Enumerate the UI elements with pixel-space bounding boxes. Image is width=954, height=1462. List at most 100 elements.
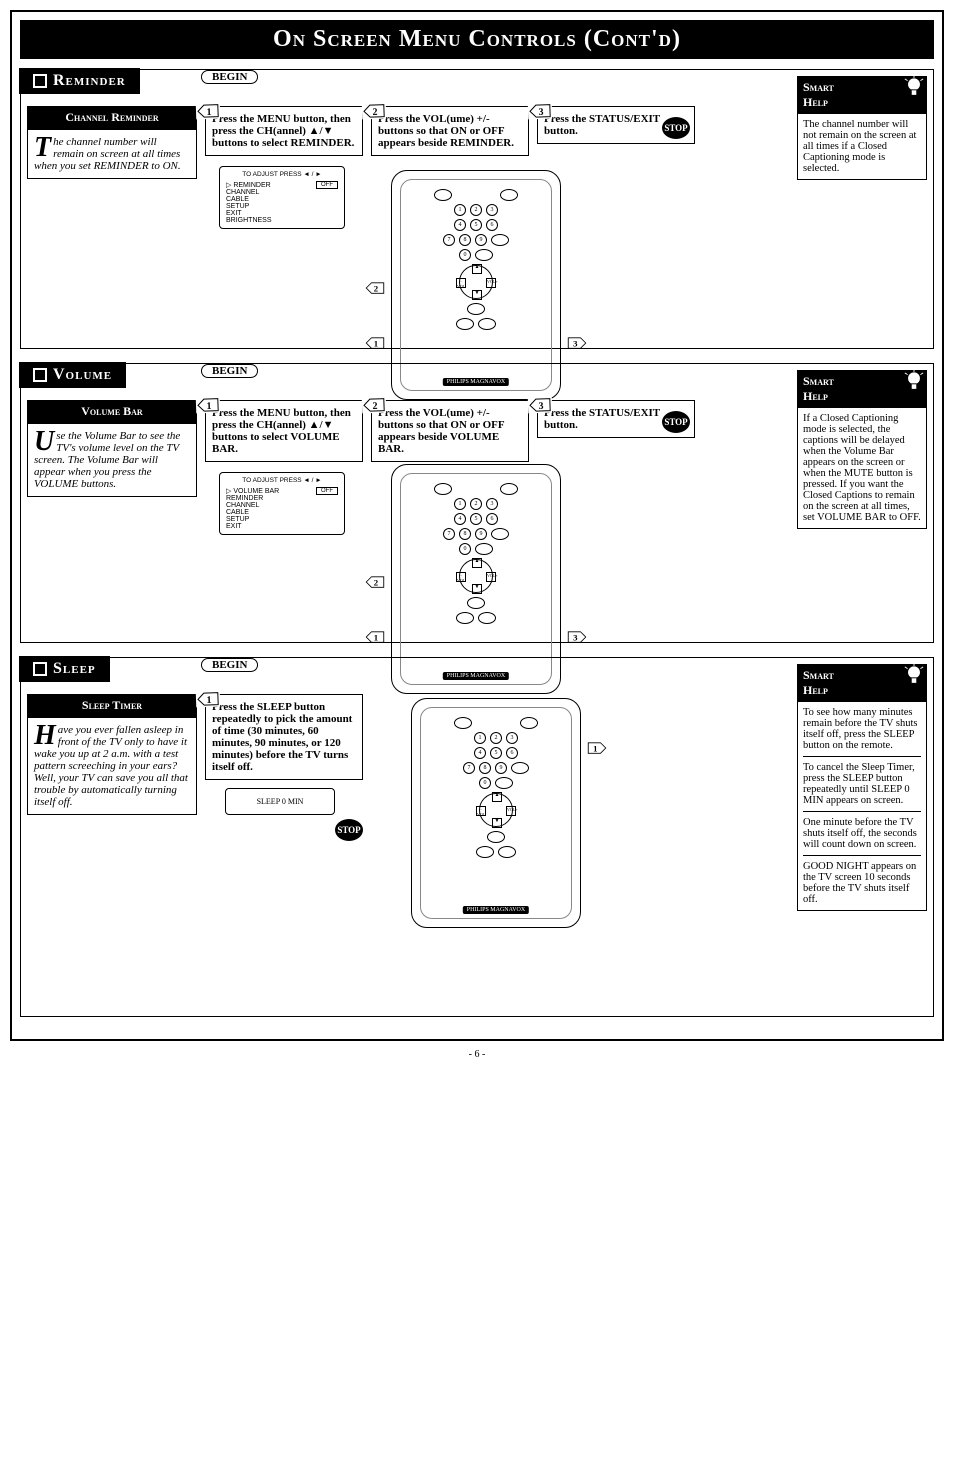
section-reminder: Reminder BEGIN Channel Reminder The chan… xyxy=(20,69,934,349)
step-1-text: Press the SLEEP button repeatedly to pic… xyxy=(212,701,352,773)
remote-status-button[interactable] xyxy=(498,846,516,858)
ch-down[interactable]: ▼ xyxy=(492,818,502,828)
remote-num-0[interactable]: 0 xyxy=(459,543,471,555)
remote-num-0[interactable]: 0 xyxy=(459,249,471,261)
remote-num-2[interactable]: 2 xyxy=(470,204,482,216)
remote-num-1[interactable]: 1 xyxy=(474,732,486,744)
remote-num-3[interactable]: 3 xyxy=(486,204,498,216)
vol-down[interactable]: -VOL xyxy=(476,806,486,816)
desc-text: he channel number will remain on screen … xyxy=(34,136,181,172)
smart-help-p1: The channel number will not remain on th… xyxy=(803,119,921,174)
remote-cc-button[interactable] xyxy=(475,249,493,261)
remote-num-9[interactable]: 9 xyxy=(475,528,487,540)
ch-up[interactable]: ▲ xyxy=(472,558,482,568)
info-title: Sleep Timer xyxy=(27,694,197,717)
remote-num-4[interactable]: 4 xyxy=(454,219,466,231)
remote-ach-button[interactable] xyxy=(520,717,538,729)
remote-sleep-button[interactable] xyxy=(511,762,529,774)
remote-num-7[interactable]: 7 xyxy=(443,234,455,246)
step-2: 2 Press the VOL(ume) +/- buttons so that… xyxy=(371,400,529,462)
remote-menu-button[interactable] xyxy=(456,318,474,330)
remote-cc-button[interactable] xyxy=(475,543,493,555)
remote-sleep-button[interactable] xyxy=(491,234,509,246)
page-number: - 6 - xyxy=(10,1049,944,1060)
ch-down[interactable]: ▼ xyxy=(472,584,482,594)
remote-dpad[interactable]: ▲ -VOL VOL+ ▼ xyxy=(459,265,493,299)
remote-num-7[interactable]: 7 xyxy=(463,762,475,774)
callout-3: 3 xyxy=(566,630,588,644)
smart-help-header: SmartHelp xyxy=(797,76,927,114)
remote-num-0[interactable]: 0 xyxy=(479,777,491,789)
remote-menu-button[interactable] xyxy=(456,612,474,624)
dropcap: T xyxy=(34,136,53,160)
remote-num-9[interactable]: 9 xyxy=(475,234,487,246)
step-1-column: 1 Press the MENU button, then press the … xyxy=(205,106,363,229)
section-header-reminder: Reminder xyxy=(19,68,140,94)
smart-help-p2: To cancel the Sleep Timer, press the SLE… xyxy=(803,762,921,806)
remote-num-7[interactable]: 7 xyxy=(443,528,455,540)
remote-ach-button[interactable] xyxy=(500,483,518,495)
vol-up[interactable]: VOL+ xyxy=(506,806,516,816)
remote-num-8[interactable]: 8 xyxy=(459,234,471,246)
remote-num-9[interactable]: 9 xyxy=(495,762,507,774)
remote-num-6[interactable]: 6 xyxy=(486,219,498,231)
remote-num-1[interactable]: 1 xyxy=(454,498,466,510)
remote-status-button[interactable] xyxy=(478,612,496,624)
ch-down[interactable]: ▼ xyxy=(472,290,482,300)
smart-help-title1: Smart xyxy=(803,80,834,94)
remote-num-6[interactable]: 6 xyxy=(486,513,498,525)
remote-sleep-button[interactable] xyxy=(491,528,509,540)
remote-dpad[interactable]: ▲ -VOL VOL+ ▼ xyxy=(479,793,513,827)
osd-item: CABLE xyxy=(226,509,338,516)
remote-num-4[interactable]: 4 xyxy=(454,513,466,525)
remote-num-5[interactable]: 5 xyxy=(470,513,482,525)
remote-mute-button[interactable] xyxy=(454,717,472,729)
step-1: 1 Press the SLEEP button repeatedly to p… xyxy=(205,694,363,780)
remote-num-6[interactable]: 6 xyxy=(506,747,518,759)
smart-help-p3: One minute before the TV shuts itself of… xyxy=(803,817,921,850)
remote-mute-button[interactable] xyxy=(434,483,452,495)
remote-num-2[interactable]: 2 xyxy=(470,498,482,510)
vol-down[interactable]: -VOL xyxy=(456,572,466,582)
remote-ach-button[interactable] xyxy=(500,189,518,201)
remote-num-5[interactable]: 5 xyxy=(470,219,482,231)
remote-num-8[interactable]: 8 xyxy=(459,528,471,540)
desc-text: ave you ever fallen asleep in front of t… xyxy=(34,724,188,808)
remote-num-1[interactable]: 1 xyxy=(454,204,466,216)
osd-title: TO ADJUST PRESS ◄ / ► xyxy=(226,477,338,484)
svg-text:1: 1 xyxy=(206,107,211,118)
vol-up[interactable]: VOL+ xyxy=(486,278,496,288)
remote-num-2[interactable]: 2 xyxy=(490,732,502,744)
stop-badge: STOP xyxy=(335,819,363,841)
remote-dpad[interactable]: ▲ -VOL VOL+ ▼ xyxy=(459,559,493,593)
remote-num-3[interactable]: 3 xyxy=(486,498,498,510)
smart-help-p1: If a Closed Captioning mode is selected,… xyxy=(803,413,921,523)
remote-num-4[interactable]: 4 xyxy=(474,747,486,759)
remote-power-button[interactable] xyxy=(467,597,485,609)
smart-help-header: SmartHelp xyxy=(797,664,927,702)
smart-help-body: To see how many minutes remain before th… xyxy=(797,702,927,911)
remote-menu-button[interactable] xyxy=(476,846,494,858)
ch-up[interactable]: ▲ xyxy=(492,792,502,802)
svg-text:3: 3 xyxy=(573,339,578,349)
vol-up[interactable]: VOL+ xyxy=(486,572,496,582)
remote-power-button[interactable] xyxy=(487,831,505,843)
osd-item: ▷ REMINDER xyxy=(226,181,271,189)
remote-num-3[interactable]: 3 xyxy=(506,732,518,744)
lightbulb-icon xyxy=(903,368,925,396)
step-1-marker: 1 xyxy=(196,103,221,120)
osd-item: CHANNEL xyxy=(226,502,338,509)
smart-help-p1: To see how many minutes remain before th… xyxy=(803,707,921,751)
svg-text:2: 2 xyxy=(372,107,377,118)
step-1-column: 1 Press the MENU button, then press the … xyxy=(205,400,363,535)
remote-power-button[interactable] xyxy=(467,303,485,315)
osd-item: BRIGHTNESS xyxy=(226,217,338,224)
remote-status-button[interactable] xyxy=(478,318,496,330)
remote-num-5[interactable]: 5 xyxy=(490,747,502,759)
svg-text:1: 1 xyxy=(593,744,597,754)
vol-down[interactable]: -VOL xyxy=(456,278,466,288)
remote-num-8[interactable]: 8 xyxy=(479,762,491,774)
ch-up[interactable]: ▲ xyxy=(472,264,482,274)
remote-mute-button[interactable] xyxy=(434,189,452,201)
remote-cc-button[interactable] xyxy=(495,777,513,789)
